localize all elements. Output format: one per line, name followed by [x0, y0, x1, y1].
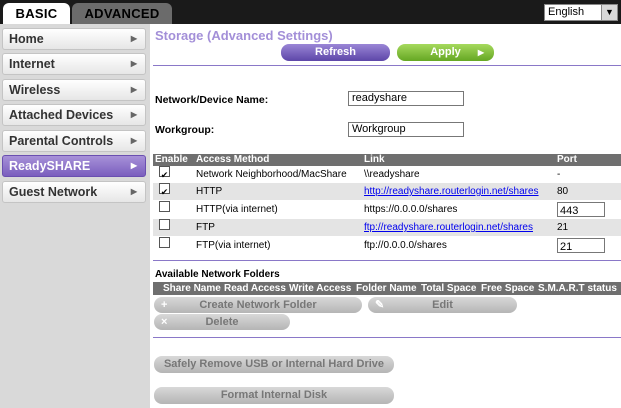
enable-checkbox[interactable]: ✔: [159, 183, 170, 197]
access-method: FTP: [196, 222, 215, 233]
sidebar-item-label: Parental Controls: [9, 134, 114, 148]
port-input[interactable]: 21: [557, 238, 605, 253]
create-label: Create Network Folder: [199, 299, 317, 311]
access-table-header: Enable Access Method Link Port: [153, 154, 621, 166]
apply-button[interactable]: Apply ▶: [397, 44, 494, 61]
chevron-right-icon: ▶: [477, 48, 484, 57]
chevron-right-icon: ▶: [130, 59, 137, 68]
link-text: ftp://0.0.0.0/shares: [364, 240, 447, 251]
delete-button[interactable]: × Delete: [154, 314, 290, 330]
sidebar-item-label: Home: [9, 32, 44, 46]
header-total-space: Total Space: [421, 283, 477, 294]
port-value: 80: [557, 186, 569, 197]
link-url[interactable]: http://readyshare.routerlogin.net/shares: [364, 183, 539, 200]
sidebar-item-label: Wireless: [9, 83, 61, 97]
main-content: Storage (Advanced Settings) Refresh Appl…: [150, 24, 621, 408]
header-free-space: Free Space: [481, 283, 535, 294]
close-icon: ×: [161, 316, 168, 328]
page-title: Storage (Advanced Settings): [155, 28, 333, 43]
sidebar-item-wireless[interactable]: Wireless ▶: [2, 79, 146, 101]
sidebar: Home ▶ Internet ▶ Wireless ▶ Attached De…: [0, 24, 150, 408]
link-text: https://0.0.0.0/shares: [364, 204, 458, 215]
chevron-right-icon: ▶: [130, 187, 137, 196]
refresh-button[interactable]: Refresh: [281, 44, 390, 61]
sidebar-item-readyshare[interactable]: ReadySHARE ▶: [2, 155, 146, 177]
sidebar-item-label: Internet: [9, 57, 55, 71]
sidebar-item-label: ReadySHARE: [9, 159, 91, 173]
sidebar-item-parental-controls[interactable]: Parental Controls ▶: [2, 130, 146, 152]
chevron-right-icon: ▶: [130, 136, 137, 145]
folders-table-header: Share Name Read Access Write Access Fold…: [153, 282, 621, 295]
header-write-access: Write Access: [289, 283, 352, 294]
sidebar-item-internet[interactable]: Internet ▶: [2, 53, 146, 75]
access-method: HTTP(via internet): [196, 204, 278, 215]
port-value: 21: [557, 222, 569, 233]
enable-checkbox[interactable]: [159, 201, 170, 212]
port-value: -: [557, 169, 561, 180]
chevron-right-icon: ▶: [130, 85, 137, 94]
folders-section-label: Available Network Folders: [155, 269, 280, 280]
create-network-folder-button[interactable]: + Create Network Folder: [154, 297, 362, 313]
chevron-down-icon[interactable]: ▼: [601, 5, 617, 20]
header-port: Port: [557, 154, 577, 165]
enable-checkbox[interactable]: [159, 237, 170, 248]
safely-remove-button[interactable]: Safely Remove USB or Internal Hard Drive: [154, 356, 394, 373]
link-url[interactable]: ftp://readyshare.routerlogin.net/shares: [364, 219, 533, 236]
chevron-right-icon: ▶: [130, 161, 137, 170]
apply-label: Apply: [430, 46, 461, 58]
enable-checkbox[interactable]: [159, 219, 170, 230]
header-share-name: Share Name: [163, 283, 221, 294]
enable-checkbox[interactable]: ✔: [159, 166, 170, 180]
format-disk-button[interactable]: Format Internal Disk: [154, 387, 394, 404]
delete-label: Delete: [205, 316, 239, 328]
sidebar-item-home[interactable]: Home ▶: [2, 28, 146, 50]
chevron-right-icon: ▶: [130, 34, 137, 43]
header-smart-status: S.M.A.R.T status: [538, 283, 617, 294]
chevron-right-icon: ▶: [130, 110, 137, 119]
language-selected: English: [548, 6, 585, 18]
edit-button[interactable]: ✎ Edit: [368, 297, 517, 313]
table-row: ✔ Network Neighborhood/MacShare \\readys…: [153, 166, 621, 183]
access-method: FTP(via internet): [196, 240, 271, 251]
header-folder-name: Folder Name: [356, 283, 417, 294]
divider: [153, 260, 621, 261]
table-row: ✔ HTTP http://readyshare.routerlogin.net…: [153, 183, 621, 200]
device-name-input[interactable]: readyshare: [348, 91, 464, 106]
access-method: Network Neighborhood/MacShare: [196, 169, 347, 180]
header-link: Link: [364, 154, 385, 165]
header-access-method: Access Method: [196, 154, 270, 165]
header-enable: Enable: [155, 154, 188, 165]
tab-basic[interactable]: BASIC: [3, 3, 70, 24]
workgroup-label: Workgroup:: [155, 124, 215, 136]
table-row: FTP(via internet) ftp://0.0.0.0/shares 2…: [153, 237, 621, 254]
divider: [153, 337, 621, 338]
device-name-label: Network/Device Name:: [155, 94, 269, 106]
tab-advanced[interactable]: ADVANCED: [72, 3, 172, 24]
access-method: HTTP: [196, 186, 223, 197]
top-bar: BASIC ADVANCED English ▼: [0, 0, 621, 24]
divider: [153, 65, 621, 66]
sidebar-item-attached-devices[interactable]: Attached Devices ▶: [2, 104, 146, 126]
sidebar-item-guest-network[interactable]: Guest Network ▶: [2, 181, 146, 203]
workgroup-input[interactable]: Workgroup: [348, 122, 464, 137]
header-read-access: Read Access: [224, 283, 286, 294]
table-row: HTTP(via internet) https://0.0.0.0/share…: [153, 201, 621, 218]
sidebar-item-label: Guest Network: [9, 185, 98, 199]
pencil-icon: ✎: [375, 299, 385, 311]
language-select[interactable]: English ▼: [544, 4, 618, 21]
plus-icon: +: [161, 299, 168, 311]
edit-label: Edit: [432, 299, 453, 311]
table-row: FTP ftp://readyshare.routerlogin.net/sha…: [153, 219, 621, 236]
port-input[interactable]: 443: [557, 202, 605, 217]
sidebar-item-label: Attached Devices: [9, 108, 114, 122]
link-text: \\readyshare: [364, 169, 420, 180]
